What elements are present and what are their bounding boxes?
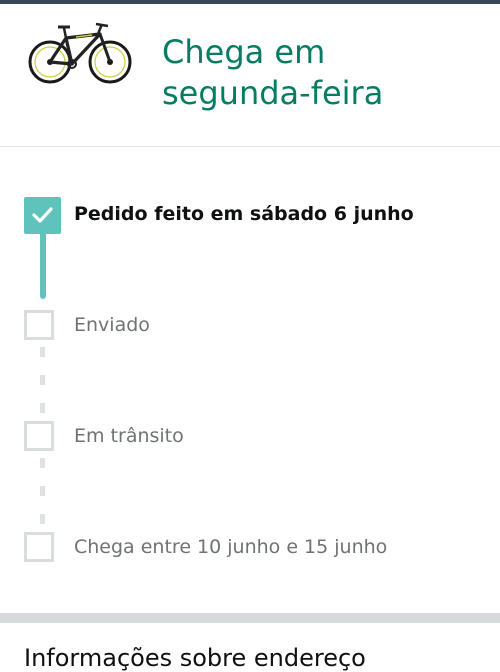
- step-label-in-transit: Em trânsito: [74, 425, 184, 447]
- step-checkbox-in-transit: [24, 421, 54, 451]
- delivery-headline-line1: Chega em: [162, 33, 326, 71]
- section-divider: [0, 613, 500, 623]
- step-checkbox-arrives: [24, 532, 54, 562]
- shipment-tracker: Pedido feito em sábado 6 junho Enviado E…: [0, 147, 500, 613]
- checkmark-icon: [32, 207, 53, 223]
- step-label-arrives: Chega entre 10 junho e 15 junho: [74, 536, 388, 558]
- step-label-ordered: Pedido feito em sábado 6 junho: [74, 203, 414, 225]
- pending-connector: [40, 458, 45, 468]
- pending-connector: [40, 403, 45, 413]
- pending-connector: [40, 347, 45, 357]
- step-checkbox-shipped: [24, 310, 54, 340]
- product-image[interactable]: [26, 18, 134, 90]
- bicycle-icon: [28, 22, 132, 84]
- step-label-shipped: Enviado: [74, 314, 150, 336]
- delivery-headline-line2: segunda-feira: [162, 74, 384, 112]
- pending-connector: [40, 514, 45, 524]
- pending-connector: [40, 375, 45, 385]
- pending-connector: [40, 486, 45, 496]
- step-checkbox-ordered: [24, 197, 61, 234]
- delivery-headline: Chega em segunda-feira: [162, 32, 482, 114]
- delivery-header: Chega em segunda-feira: [0, 4, 500, 147]
